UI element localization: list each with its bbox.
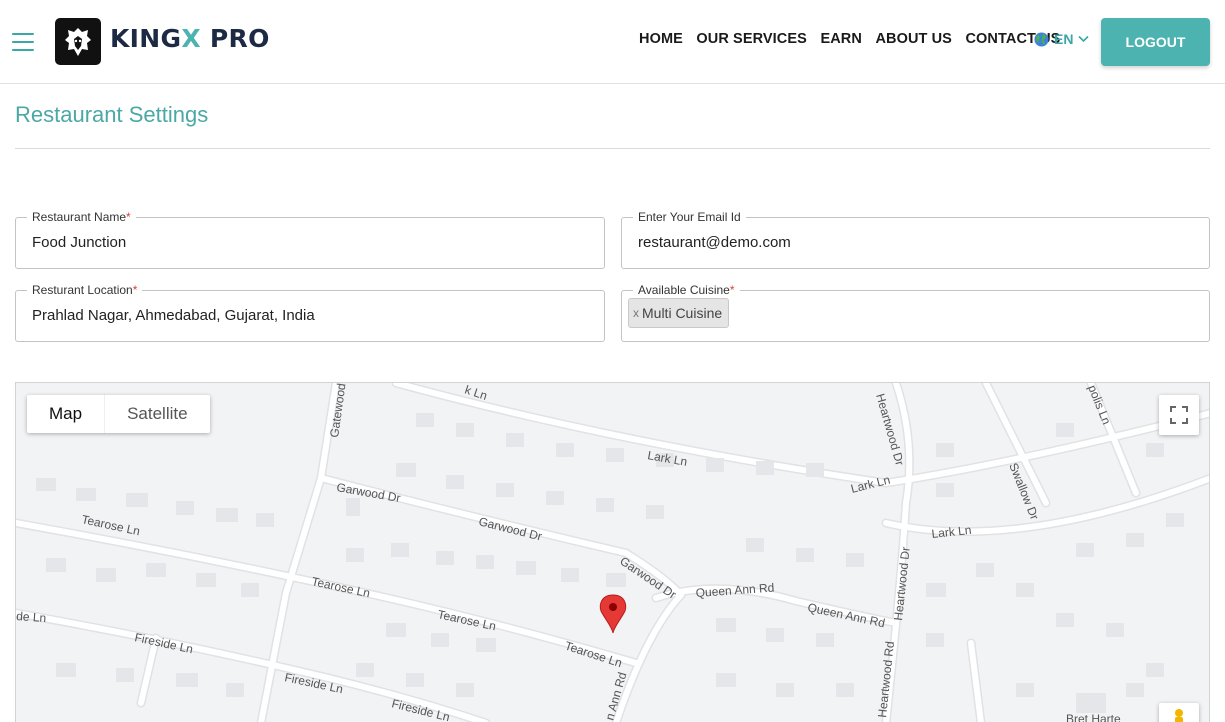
- chip-remove-icon[interactable]: x: [633, 306, 639, 320]
- location-value: Prahlad Nagar, Ahmedabad, Gujarat, India: [32, 307, 315, 324]
- restaurant-name-field[interactable]: Restaurant Name* Food Junction: [15, 210, 605, 269]
- nav-earn[interactable]: EARN: [820, 31, 862, 47]
- street-label: Bret Harte: [1066, 712, 1121, 722]
- brand-name[interactable]: KINGX PRO: [110, 24, 270, 53]
- street-label: Lark Ln: [931, 523, 972, 541]
- cuisine-chip: x Multi Cuisine: [628, 298, 730, 328]
- email-label: Enter Your Email Id: [633, 210, 746, 224]
- location-label: Resturant Location*: [27, 283, 143, 297]
- street-label: polis Ln: [1085, 383, 1113, 426]
- street-label: Garwood Dr: [335, 480, 401, 505]
- street-label: Garwood Dr: [617, 554, 678, 602]
- page-title: Restaurant Settings: [15, 102, 209, 127]
- nav-home[interactable]: HOME: [639, 31, 683, 47]
- satellite-tab[interactable]: Satellite: [104, 395, 209, 433]
- email-value: restaurant@demo.com: [638, 234, 791, 251]
- map-canvas[interactable]: k Ln Gatewood Lark Ln Lark Ln Lark Ln He…: [16, 383, 1210, 722]
- language-code: EN: [1054, 31, 1074, 47]
- restaurant-name-label-text: Restaurant Name: [32, 210, 127, 224]
- street-label: Tearose Ln: [436, 607, 497, 633]
- fullscreen-icon[interactable]: [1159, 395, 1199, 435]
- street-label: Fireside Ln: [133, 630, 194, 656]
- nav-our-services[interactable]: OUR SERVICES: [696, 31, 807, 47]
- logout-button[interactable]: LOGOUT: [1101, 18, 1210, 66]
- nav-about-us[interactable]: ABOUT US: [875, 31, 952, 47]
- language-selector[interactable]: EN: [1034, 31, 1090, 47]
- cuisine-multiselect[interactable]: Available Cuisine* x Multi Cuisine: [621, 283, 1210, 342]
- chip-label: Multi Cuisine: [642, 305, 723, 321]
- street-label: Heartwood Dr: [891, 546, 913, 621]
- title-divider: [15, 148, 1210, 149]
- map-type-control: Map Satellite: [27, 395, 210, 433]
- top-navbar: KINGX PRO HOME OUR SERVICES EARN ABOUT U…: [0, 0, 1225, 84]
- location-marker-icon[interactable]: [599, 594, 627, 634]
- location-label-text: Resturant Location: [32, 283, 133, 297]
- lion-logo-icon[interactable]: [55, 18, 101, 65]
- globe-icon: [1034, 31, 1049, 47]
- chevron-down-icon: [1078, 35, 1090, 43]
- restaurant-name-label: Restaurant Name*: [27, 210, 136, 224]
- brand-prefix: KING: [110, 24, 182, 53]
- required-marker: *: [729, 283, 735, 297]
- street-label: de Ln: [16, 609, 47, 625]
- cuisine-label: Available Cuisine*: [633, 283, 740, 297]
- main-nav: HOME OUR SERVICES EARN ABOUT US CONTACT …: [639, 31, 1074, 47]
- location-field[interactable]: Resturant Location* Prahlad Nagar, Ahmed…: [15, 283, 605, 342]
- brand-x: X: [181, 24, 201, 53]
- menu-icon[interactable]: [12, 33, 34, 51]
- street-label: Tearose Ln: [563, 639, 624, 671]
- location-map[interactable]: k Ln Gatewood Lark Ln Lark Ln Lark Ln He…: [15, 382, 1210, 722]
- required-marker: *: [126, 210, 131, 224]
- brand-suffix: PRO: [200, 24, 270, 53]
- street-view-pegman-icon[interactable]: [1159, 703, 1199, 722]
- map-tab[interactable]: Map: [27, 395, 104, 433]
- required-marker: *: [132, 283, 138, 297]
- email-field[interactable]: Enter Your Email Id restaurant@demo.com: [621, 210, 1210, 269]
- street-label: Garwood Dr: [477, 514, 543, 543]
- street-label: Tearose Ln: [310, 574, 371, 600]
- cuisine-label-text: Available Cuisine: [638, 283, 730, 297]
- street-label: Queen Ann Rd: [806, 600, 886, 630]
- restaurant-name-value: Food Junction: [32, 234, 127, 251]
